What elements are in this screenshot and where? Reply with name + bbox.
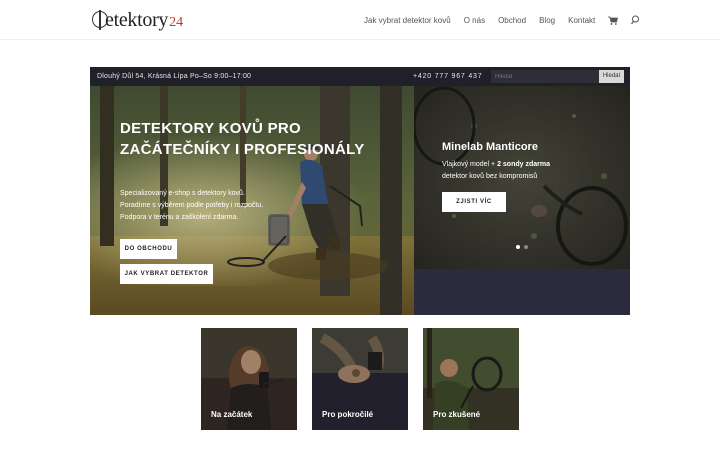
slide-description: Vlajkový model + 2 sondy zdarma detektor… bbox=[442, 159, 550, 183]
main-nav: Jak vybrat detektor kovů O nás Obchod Bl… bbox=[364, 15, 641, 25]
nav-item-blog[interactable]: Blog bbox=[539, 16, 555, 25]
product-slider: Minelab Manticore Vlajkový model + 2 son… bbox=[414, 86, 630, 315]
logo[interactable]: etektory 24 bbox=[92, 8, 183, 32]
hero-banner: DETEKTORY KOVŮ PRO ZAČÁTEČNÍKY I PROFESI… bbox=[90, 86, 414, 315]
detector-logo-icon bbox=[92, 10, 108, 30]
logo-number: 24 bbox=[169, 15, 184, 30]
nav-item-contact[interactable]: Kontakt bbox=[568, 16, 595, 25]
store-address-hours: Dlouhý Důl 54, Krásná Lípa Po–So 9:00–17… bbox=[97, 73, 252, 80]
slider-dot-1[interactable] bbox=[516, 245, 520, 249]
category-tile-expert[interactable]: Pro zkušené bbox=[423, 328, 519, 430]
hero-description: Specializovaný e-shop s detektory kovů. … bbox=[120, 188, 270, 224]
slider-dots bbox=[516, 245, 532, 249]
hero-text-line: Poradíme s výběrem podle potřeby i rozpo… bbox=[120, 202, 264, 209]
top-info-bar: Dlouhý Důl 54, Krásná Lípa Po–So 9:00–17… bbox=[90, 67, 630, 86]
learn-more-button[interactable]: ZJISTI VÍC bbox=[442, 192, 506, 212]
nav-item-about[interactable]: O nás bbox=[464, 16, 485, 25]
category-label: Na začátek bbox=[211, 410, 253, 419]
hero-section: Dlouhý Důl 54, Krásná Lípa Po–So 9:00–17… bbox=[90, 67, 630, 315]
category-tile-advanced[interactable]: Pro pokročilé bbox=[312, 328, 408, 430]
site-header: etektory 24 Jak vybrat detektor kovů O n… bbox=[0, 0, 720, 40]
nav-item-how-to-choose[interactable]: Jak vybrat detektor kovů bbox=[364, 16, 451, 25]
search-input[interactable] bbox=[491, 70, 599, 83]
nav-item-shop[interactable]: Obchod bbox=[498, 16, 526, 25]
slider-dot-2[interactable] bbox=[524, 245, 528, 249]
slide-title: Minelab Manticore bbox=[442, 141, 538, 153]
category-label: Pro zkušené bbox=[433, 410, 481, 419]
slide-text-line: detektor kovů bez kompromisů bbox=[442, 173, 538, 180]
cart-icon[interactable] bbox=[608, 16, 619, 25]
how-to-choose-button[interactable]: JAK VYBRAT DETEKTOR bbox=[120, 264, 213, 284]
hero-text-line: Podpora v terénu a zaškolení zdarma. bbox=[120, 214, 239, 221]
search-icon[interactable] bbox=[631, 15, 641, 25]
slide-text-prefix: Vlajkový model + bbox=[442, 161, 498, 168]
logo-text: etektory bbox=[105, 8, 169, 31]
category-label: Pro pokročilé bbox=[322, 410, 374, 419]
hero-title: DETEKTORY KOVŮ PRO ZAČÁTEČNÍKY I PROFESI… bbox=[120, 120, 365, 158]
shop-button[interactable]: DO OBCHODU bbox=[120, 239, 177, 259]
hero-text-line: Specializovaný e-shop s detektory kovů. bbox=[120, 190, 245, 197]
category-tile-beginner[interactable]: Na začátek bbox=[201, 328, 297, 430]
search-button[interactable]: Hledat bbox=[599, 70, 624, 83]
slide-text-highlight: 2 sondy zdarma bbox=[497, 161, 550, 168]
phone-number[interactable]: +420 777 967 437 bbox=[413, 73, 482, 80]
